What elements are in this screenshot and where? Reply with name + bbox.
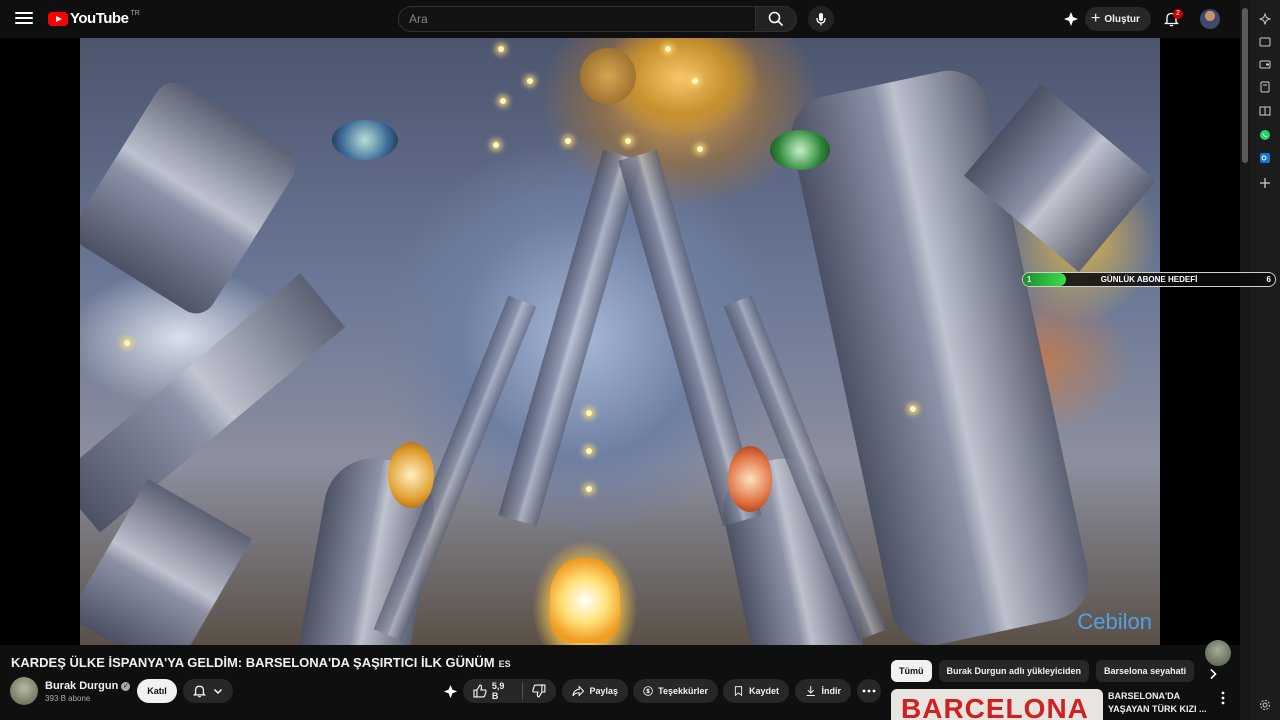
more-actions-button[interactable]: [857, 679, 881, 703]
like-count[interactable]: 5,9 B: [492, 681, 513, 701]
more-vertical-icon: [1221, 691, 1225, 705]
goal-title: GÜNLÜK ABONE HEDEFİ: [1100, 275, 1198, 284]
create-button[interactable]: + Oluştur: [1085, 7, 1151, 31]
plus-icon: +: [1091, 10, 1101, 27]
share-button[interactable]: Paylaş: [562, 679, 628, 703]
thanks-label: Teşekkürler: [658, 686, 708, 696]
save-playlist-icon: [734, 686, 743, 697]
video-title: KARDEŞ ÜLKE İSPANYA'YA GELDİM: BARSELONA…: [11, 655, 511, 670]
rail-screen-icon[interactable]: [1258, 35, 1272, 49]
channel-watermark: Cebilon: [1077, 609, 1152, 634]
create-label: Oluştur: [1104, 13, 1140, 25]
language-badge: ES: [498, 659, 511, 669]
chips-next-button[interactable]: [1203, 664, 1223, 684]
recommendation-title[interactable]: BARSELONA'DA YAŞAYAN TÜRK KIZI ...: [1108, 690, 1208, 716]
related-chips: Tümü Burak Durgun adlı yükleyiciden Bars…: [891, 660, 1195, 682]
microphone-icon: [816, 13, 826, 26]
more-horizontal-icon: [862, 689, 876, 693]
thumbnail-text: BARCELONA: [901, 693, 1089, 720]
country-code: TR: [130, 10, 140, 17]
page-scrollbar[interactable]: [1240, 0, 1250, 720]
chip-barcelona-trip[interactable]: Barselona seyahati: [1096, 660, 1195, 682]
sparkle-icon: [1064, 12, 1078, 26]
scrollbar-thumb[interactable]: [1242, 8, 1248, 163]
notification-badge: 2: [1173, 9, 1183, 19]
top-bar: YouTube TR + Oluştur 2: [0, 0, 1250, 38]
recommendation-menu-button[interactable]: [1217, 690, 1229, 706]
channel-name-link[interactable]: Burak Durgun ✓: [45, 680, 131, 692]
rail-outlook-icon[interactable]: [1258, 151, 1272, 165]
subscription-bell-button[interactable]: [183, 679, 233, 703]
menu-icon[interactable]: [14, 9, 34, 29]
chip-all[interactable]: Tümü: [891, 660, 932, 682]
rail-whatsapp-icon[interactable]: [1258, 128, 1272, 142]
download-button[interactable]: İndir: [795, 679, 851, 703]
logo-text: YouTube: [70, 10, 129, 27]
divider: [522, 683, 524, 699]
browser-side-rail: [1250, 0, 1280, 720]
bell-icon: [192, 685, 206, 698]
video-frame[interactable]: Cebilon: [80, 38, 1160, 645]
download-label: İndir: [821, 686, 842, 696]
thanks-icon-button[interactable]: [1061, 9, 1081, 29]
account-avatar[interactable]: [1200, 9, 1220, 29]
share-label: Paylaş: [589, 686, 618, 696]
rail-sparkle-icon[interactable]: [1258, 12, 1272, 26]
sparkle-icon: [443, 684, 457, 698]
share-icon: [572, 685, 585, 697]
rail-add-icon[interactable]: [1258, 176, 1272, 190]
subscriber-count: 393 B abone: [45, 694, 91, 703]
search-box: [398, 6, 756, 32]
video-title-text: KARDEŞ ÜLKE İSPANYA'YA GELDİM: BARSELONA…: [11, 655, 495, 670]
voice-search-button[interactable]: [808, 6, 834, 32]
super-thanks-icon: $: [643, 686, 653, 696]
youtube-play-icon: [48, 11, 68, 26]
rail-settings-icon[interactable]: [1258, 698, 1272, 712]
video-player[interactable]: Cebilon 1 GÜNLÜK ABONE HEDEFİ 6: [0, 38, 1276, 666]
channel-name: Burak Durgun: [45, 680, 119, 692]
svg-text:$: $: [646, 689, 650, 695]
goal-end-value: 6: [1266, 275, 1271, 284]
rail-reader-icon[interactable]: [1258, 104, 1272, 118]
join-button[interactable]: Katıl: [137, 679, 177, 703]
thanks-button[interactable]: $ Teşekkürler: [633, 679, 718, 703]
youtube-logo[interactable]: YouTube TR: [48, 10, 140, 27]
rail-bookmark-icon[interactable]: [1258, 80, 1272, 94]
recommendation-thumbnail[interactable]: BARCELONA: [891, 689, 1103, 720]
channel-avatar[interactable]: [10, 677, 38, 705]
verified-icon: ✓: [121, 681, 131, 691]
channel-watermark-avatar[interactable]: [1205, 640, 1231, 666]
save-button[interactable]: Kaydet: [723, 679, 789, 703]
search-button[interactable]: [755, 6, 797, 32]
chevron-right-icon: [1210, 668, 1217, 680]
search-input[interactable]: [399, 7, 755, 31]
like-dislike-group: 5,9 B: [463, 679, 556, 703]
like-icon[interactable]: [473, 684, 487, 698]
chip-uploader[interactable]: Burak Durgun adlı yükleyiciden: [938, 660, 1090, 682]
search-icon: [768, 11, 784, 27]
chevron-down-icon: [214, 689, 223, 694]
dislike-icon[interactable]: [532, 684, 546, 698]
download-icon: [806, 686, 815, 697]
save-label: Kaydet: [748, 686, 779, 696]
sparkle-action-button[interactable]: [440, 681, 460, 701]
rail-wallet-icon[interactable]: [1258, 57, 1272, 71]
subscriber-goal-bar: 1 GÜNLÜK ABONE HEDEFİ 6: [1022, 272, 1276, 287]
